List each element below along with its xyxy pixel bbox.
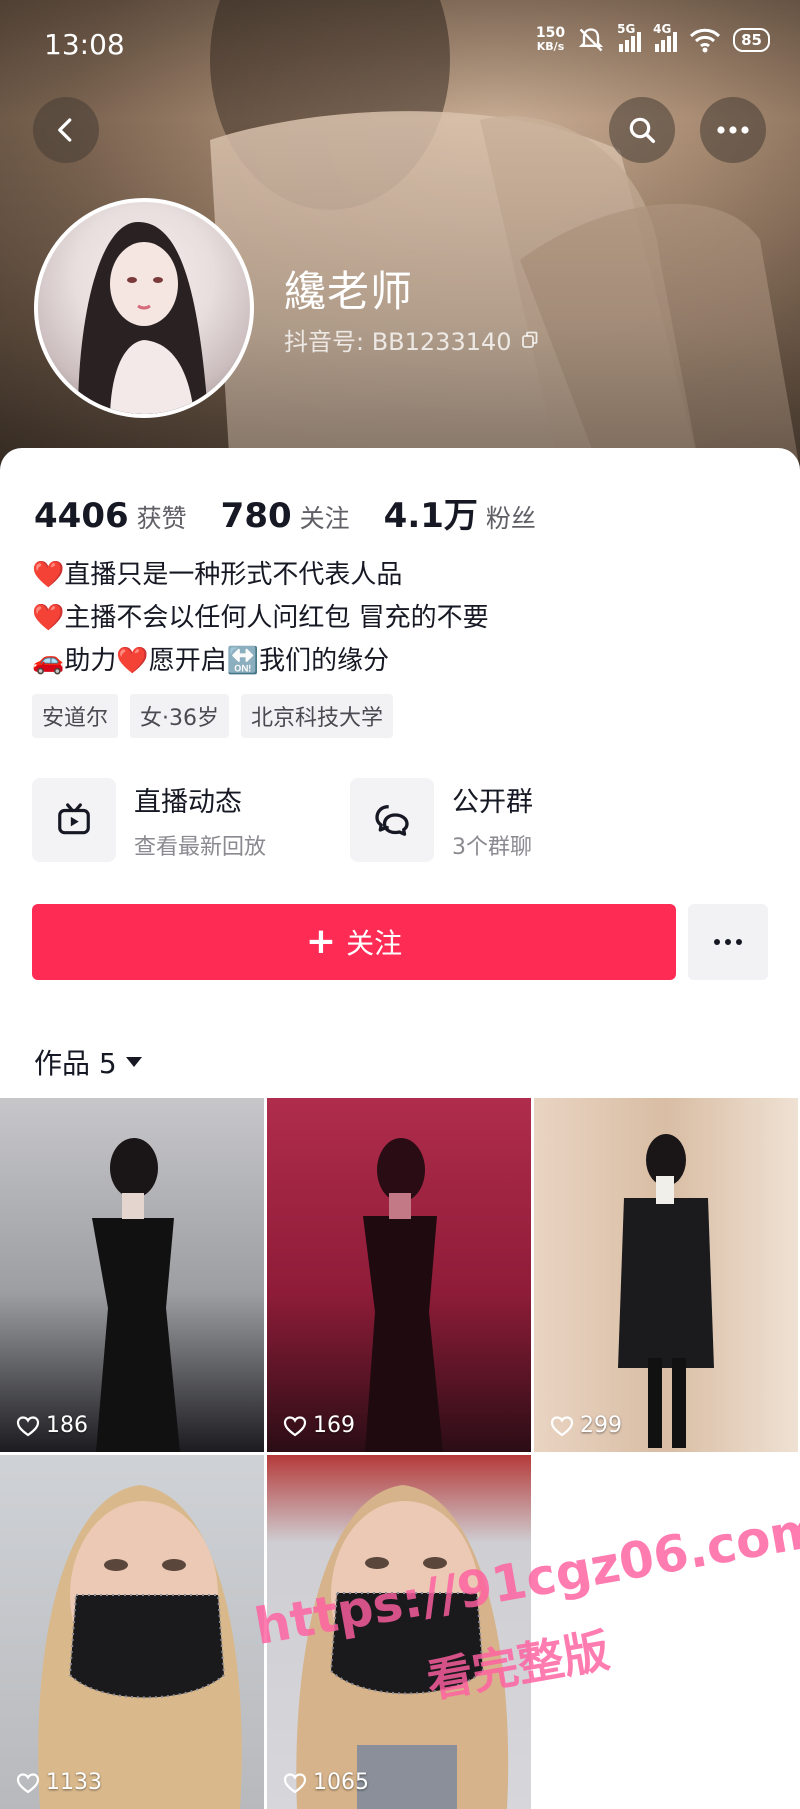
avatar[interactable] xyxy=(34,198,254,418)
status-time: 13:08 xyxy=(44,28,125,61)
video-thumbnail[interactable]: 169 xyxy=(267,1098,531,1452)
profile-tags: 安道尔 女·36岁 北京科技大学 xyxy=(32,694,394,738)
follow-button[interactable]: + 关注 xyxy=(32,904,676,980)
bio-line: ❤️直播只是一种形式不代表人品 xyxy=(32,560,403,590)
tag-gender-age: 女·36岁 xyxy=(130,694,230,738)
avatar-image xyxy=(78,222,208,414)
video-cover-image xyxy=(363,1138,443,1452)
mute-bell-icon xyxy=(578,28,604,52)
like-count: 169 xyxy=(283,1413,355,1438)
heart-icon xyxy=(16,1772,40,1793)
tv-icon xyxy=(58,803,90,835)
douyin-id[interactable]: 抖音号: BB1233140 xyxy=(284,322,540,357)
signal-4g-icon: 4G xyxy=(653,22,678,52)
profile-info-card: 4406 获赞 780 关注 4.1万 粉丝 ❤️直播只是一种形式不代表人品 ❤… xyxy=(0,448,800,1098)
public-group-entry[interactable]: 公开群 3个群聊 xyxy=(350,778,533,862)
heart-icon xyxy=(283,1415,307,1436)
stat-likes[interactable]: 4406 获赞 xyxy=(34,496,187,536)
like-count: 186 xyxy=(16,1413,88,1438)
plus-icon: + xyxy=(305,921,337,962)
profile-header: 13:08 150 KB/s 5G 4G 85 纔老师 抖音号: BB12331… xyxy=(0,0,800,470)
bio-line: 🚗助力❤️愿开启🔛我们的缘分 xyxy=(32,646,390,676)
nickname: 纔老师 xyxy=(284,267,414,316)
stats-row: 4406 获赞 780 关注 4.1万 粉丝 xyxy=(34,488,570,537)
more-icon xyxy=(714,939,742,945)
video-cover-image xyxy=(38,1485,242,1809)
more-icon xyxy=(717,126,749,134)
video-cover-image xyxy=(618,1134,714,1448)
heart-icon xyxy=(16,1415,40,1436)
video-thumbnail[interactable]: 186 xyxy=(0,1098,264,1452)
video-cover-image xyxy=(92,1138,180,1452)
heart-icon xyxy=(283,1772,307,1793)
live-replay-entry[interactable]: 直播动态 查看最新回放 xyxy=(32,778,266,862)
wifi-icon xyxy=(690,28,721,53)
network-speed: 150 KB/s xyxy=(535,25,566,53)
back-button[interactable] xyxy=(33,97,99,163)
back-icon xyxy=(58,118,72,142)
bio-line: ❤️主播不会以任何人问红包 冒充的不要 xyxy=(32,603,489,633)
tag-location: 安道尔 xyxy=(32,694,119,738)
tag-school[interactable]: 北京科技大学 xyxy=(241,694,394,738)
status-bar: 13:08 150 KB/s 5G 4G 85 xyxy=(0,0,800,90)
like-count: 299 xyxy=(550,1413,622,1438)
battery-indicator: 85 xyxy=(733,28,770,52)
search-icon xyxy=(629,117,656,144)
search-button[interactable] xyxy=(609,97,675,163)
more-actions-button[interactable] xyxy=(688,904,768,980)
like-count: 1133 xyxy=(16,1770,102,1795)
copy-icon[interactable] xyxy=(520,330,540,350)
signal-5g-icon: 5G xyxy=(617,22,642,52)
works-tab[interactable]: 作品 5 xyxy=(34,1042,143,1082)
dropdown-icon xyxy=(125,1057,142,1067)
heart-icon xyxy=(550,1415,574,1436)
video-thumbnail[interactable]: 1133 xyxy=(0,1455,264,1809)
stat-following[interactable]: 780 关注 xyxy=(221,496,350,536)
video-thumbnail[interactable]: 299 xyxy=(534,1098,798,1452)
like-count: 1065 xyxy=(283,1770,369,1795)
more-options-button[interactable] xyxy=(700,97,766,163)
feature-entries: 直播动态 查看最新回放 公开群 3个群聊 xyxy=(32,778,772,864)
stat-followers[interactable]: 4.1万 粉丝 xyxy=(384,488,536,537)
chat-icon xyxy=(375,805,409,836)
bio: ❤️直播只是一种形式不代表人品 ❤️主播不会以任何人问红包 冒充的不要 🚗助力❤… xyxy=(32,554,489,683)
